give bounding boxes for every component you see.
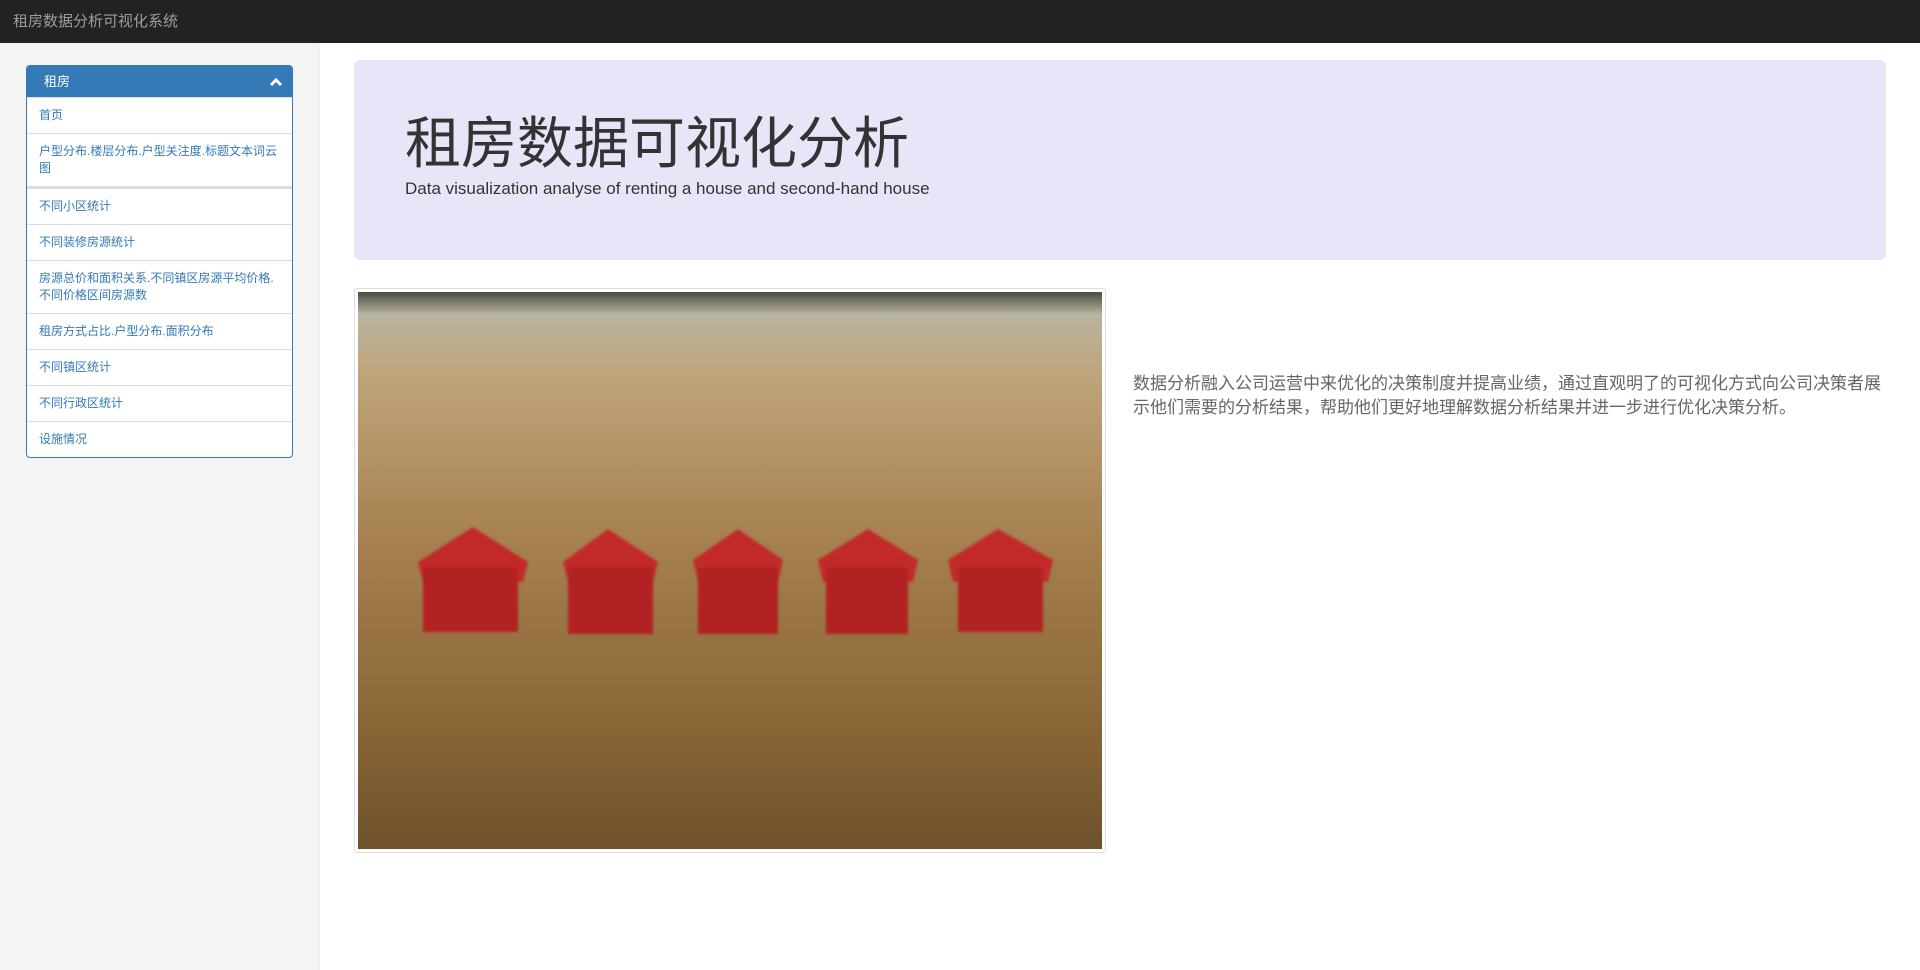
sidebar-item-facilities[interactable]: 设施情况	[27, 421, 292, 457]
jumbotron: 租房数据可视化分析 Data visualization analyse of …	[354, 60, 1886, 260]
sidebar-item-rent-type[interactable]: 租房方式占比.户型分布.面积分布	[27, 313, 292, 349]
sidebar-item-decoration[interactable]: 不同装修房源统计	[27, 224, 292, 260]
houses-image	[354, 288, 1106, 853]
sidebar-item-home[interactable]: 首页	[27, 97, 292, 133]
panel-title: 租房	[44, 74, 71, 89]
top-navbar: 租房数据分析可视化系统	[0, 0, 1920, 43]
sidebar-item-price-area[interactable]: 房源总价和面积关系.不同镇区房源平均价格.不同价格区间房源数	[27, 260, 292, 313]
sidebar-item-town[interactable]: 不同镇区统计	[27, 349, 292, 385]
sidebar-item-district[interactable]: 不同行政区统计	[27, 385, 292, 421]
sidebar: 租房 首页 户型分布.楼层分布.户型关注度.标题文本词云图 不同小区统计 不同装…	[0, 43, 320, 970]
page-title: 租房数据可视化分析	[405, 112, 909, 175]
sidebar-item-community[interactable]: 不同小区统计	[27, 188, 292, 224]
brand-title[interactable]: 租房数据分析可视化系统	[13, 13, 178, 30]
panel-header[interactable]: 租房	[27, 66, 292, 97]
red-houses-photo	[358, 292, 1102, 849]
nav-panel: 租房 首页 户型分布.楼层分布.户型关注度.标题文本词云图 不同小区统计 不同装…	[26, 65, 293, 458]
description-text: 数据分析融入公司运营中来优化的决策制度并提高业绩，通过直观明了的可视化方式向公司…	[1133, 374, 1881, 417]
page-subtitle: Data visualization analyse of renting a …	[405, 179, 930, 198]
chevron-up-icon[interactable]	[269, 75, 283, 89]
sidebar-item-layout-floor[interactable]: 户型分布.楼层分布.户型关注度.标题文本词云图	[27, 133, 292, 188]
